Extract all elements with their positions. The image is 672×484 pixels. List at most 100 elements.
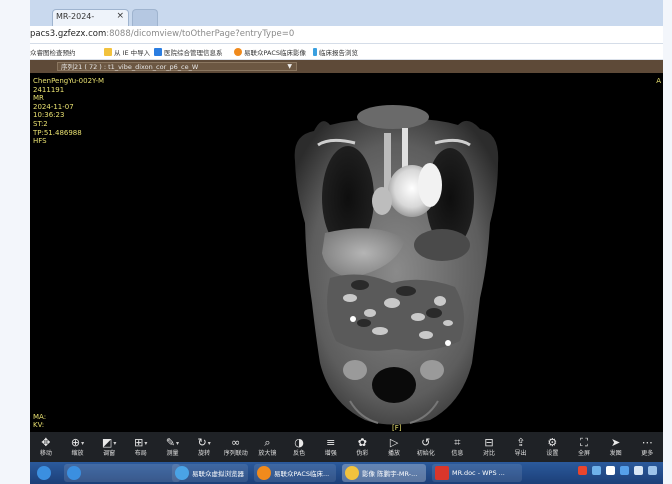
bookmarks-bar: 众睿图检查预约 从 IE 中导入 医院综合管理信息系 易联众PACS临床影像 临… bbox=[30, 44, 663, 60]
hospital-icon bbox=[154, 48, 162, 56]
rotate-icon: ↻ bbox=[197, 435, 207, 449]
sogou-icon[interactable] bbox=[578, 466, 587, 475]
extra-icon[interactable] bbox=[648, 466, 657, 475]
tool-label: 全屏 bbox=[577, 449, 590, 457]
tool-fullscreen[interactable]: ⛶ 全屏 bbox=[568, 432, 600, 462]
network-icon[interactable] bbox=[592, 466, 601, 475]
chevron-down-icon[interactable]: ▾ bbox=[176, 440, 179, 447]
address-bar[interactable]: pacs3.gzfezx.com:8088/dicomview/toOtherP… bbox=[30, 26, 663, 44]
image-viewport[interactable]: ChenPengYu-002Y-M 2411191 MR 2024-11-07 … bbox=[30, 73, 663, 432]
tool-label: 信息 bbox=[451, 449, 464, 457]
desktop: MR-2024- × pacs3.gzfezx.com:8088/dicomvi… bbox=[0, 0, 672, 484]
chevron-down-icon[interactable]: ▾ bbox=[144, 440, 147, 447]
bookmark-item[interactable]: 医院综合管理信息系 bbox=[154, 47, 223, 57]
bookmark-label: 医院综合管理信息系 bbox=[164, 49, 223, 57]
security-icon[interactable] bbox=[620, 466, 629, 475]
ma-label: MA: bbox=[33, 412, 47, 421]
volume-icon[interactable] bbox=[634, 466, 643, 475]
bookmark-item[interactable]: 临床报告浏览 bbox=[313, 47, 358, 57]
tool-export[interactable]: ⇪ 导出 bbox=[505, 432, 537, 462]
chevron-down-icon[interactable]: ▾ bbox=[208, 440, 211, 447]
tool-send[interactable]: ➤ 发图 bbox=[600, 432, 632, 462]
tool-invert[interactable]: ◑ 反色 bbox=[283, 432, 315, 462]
tool-settings[interactable]: ⚙ 设置 bbox=[537, 432, 569, 462]
taskbar-app-pacs[interactable]: 易联众PACS临床... bbox=[254, 464, 336, 482]
tool-rotate[interactable]: ↻ ▾ 旋转 bbox=[188, 432, 220, 462]
url-path: :8088/dicomview/toOtherPage?entryType=0 bbox=[106, 29, 295, 39]
enhance-icon: ≡ bbox=[326, 435, 336, 449]
export-icon: ⇪ bbox=[516, 435, 526, 449]
tool-label: 设置 bbox=[546, 449, 559, 457]
tool-reset[interactable]: ↺ 初始化 bbox=[410, 432, 442, 462]
slice-thickness: ST:2 bbox=[33, 119, 48, 128]
bookmark-item[interactable]: 从 IE 中导入 bbox=[104, 47, 150, 57]
bookmark-item[interactable]: 众睿图检查预约 bbox=[30, 47, 76, 57]
window-level-icon: ◩ bbox=[101, 435, 113, 449]
tab-active[interactable]: MR-2024- × bbox=[52, 9, 129, 26]
new-tab-button[interactable] bbox=[132, 9, 158, 26]
tool-label: 增强 bbox=[324, 449, 337, 457]
system-tray bbox=[578, 466, 657, 475]
tool-zoom[interactable]: ⊕ ▾ 缩放 bbox=[62, 432, 94, 462]
tool-label: 测量 bbox=[166, 449, 179, 457]
tool-compare[interactable]: ⊟ 对比 bbox=[473, 432, 505, 462]
input-icon[interactable] bbox=[606, 466, 615, 475]
link-icon: ∞ bbox=[231, 435, 241, 449]
bookmark-label: 从 IE 中导入 bbox=[114, 49, 151, 57]
tool-layout[interactable]: ⊞ ▾ 布局 bbox=[125, 432, 157, 462]
play-icon: ▷ bbox=[389, 435, 399, 449]
fullscreen-icon: ⛶ bbox=[580, 435, 588, 449]
tool-play[interactable]: ▷ 播放 bbox=[378, 432, 410, 462]
bookmark-item[interactable]: 易联众PACS临床影像 bbox=[234, 47, 306, 57]
series-select[interactable]: 序列21 ( 72 ) : t1_vibe_dixon_cor_p6_ce_W … bbox=[57, 62, 297, 71]
close-icon[interactable]: × bbox=[116, 11, 124, 21]
patient-name: ChenPengYu-002Y-M bbox=[33, 77, 105, 85]
tool-more[interactable]: ⋯ 更多 bbox=[631, 432, 663, 462]
url-text[interactable]: pacs3.gzfezx.com:8088/dicomview/toOtherP… bbox=[30, 29, 294, 39]
tool-window-level[interactable]: ◩ ▾ 调窗 bbox=[93, 432, 125, 462]
tool-label: 初始化 bbox=[416, 449, 435, 457]
bookmark-label: 易联众PACS临床影像 bbox=[244, 49, 307, 57]
taskbar-label: 影像 陈鹏宇-MR-... bbox=[362, 470, 418, 478]
taskbar-app-browser[interactable]: 易联众虚拟浏览器 bbox=[172, 464, 248, 482]
magnifier-icon: ⌕ bbox=[264, 435, 271, 449]
mri-coronal-image bbox=[294, 105, 499, 425]
viewer-toolbar: ✥ 移动 ⊕ ▾ 缩放 ◩ ▾ 调窗 ⊞ ▾ 布局 ✎ ▾ 测量 ↻ ▾ 旋转 ∞ 序列联动 ⌕ 放大镜 ◑ 反色 ≡ 增强 ✿ 伪… bbox=[30, 432, 663, 462]
tool-palette[interactable]: ✿ 伪彩 bbox=[347, 432, 379, 462]
exposure-info-overlay: MA: KV: bbox=[33, 413, 46, 430]
tool-magnifier[interactable]: ⌕ 放大镜 bbox=[252, 432, 284, 462]
series-label: 序列21 ( 72 ) : t1_vibe_dixon_cor_p6_ce_W bbox=[61, 63, 199, 71]
kv-label: KV: bbox=[33, 421, 45, 430]
layout-icon: ⊞ bbox=[134, 435, 144, 449]
patient-id: 2411191 bbox=[33, 85, 65, 94]
taskbar-app-wps[interactable]: MR.doc - WPS ... bbox=[432, 464, 522, 482]
taskbar: 易联众虚拟浏览器 易联众PACS临床... 影像 陈鹏宇-MR-... MR.d… bbox=[30, 462, 663, 484]
invert-icon: ◑ bbox=[294, 435, 304, 449]
tool-link[interactable]: ∞ 序列联动 bbox=[220, 432, 252, 462]
measure-icon: ✎ bbox=[165, 435, 176, 449]
wps-app-icon bbox=[435, 466, 449, 480]
study-time: 10:36:23 bbox=[33, 111, 65, 120]
tool-measure[interactable]: ✎ ▾ 测量 bbox=[157, 432, 189, 462]
taskbar-ie-button[interactable] bbox=[34, 464, 56, 482]
dicom-viewer: 序列21 ( 72 ) : t1_vibe_dixon_cor_p6_ce_W … bbox=[30, 60, 663, 432]
table-position: TP:51.486988 bbox=[33, 128, 82, 137]
tool-label: 更多 bbox=[641, 449, 654, 457]
compare-icon: ⊟ bbox=[484, 435, 494, 449]
chrome-app-icon bbox=[345, 466, 359, 480]
ie-icon bbox=[37, 466, 51, 480]
tool-label: 伪彩 bbox=[356, 449, 369, 457]
tool-label: 移动 bbox=[39, 449, 52, 457]
tool-label: 序列联动 bbox=[223, 449, 248, 457]
tool-label: 布局 bbox=[134, 449, 147, 457]
chevron-down-icon[interactable]: ▾ bbox=[113, 440, 116, 447]
browser-window: MR-2024- × pacs3.gzfezx.com:8088/dicomvi… bbox=[30, 0, 663, 484]
taskbar-ie-window[interactable] bbox=[64, 464, 180, 482]
ie-window-icon bbox=[67, 466, 81, 480]
tool-move[interactable]: ✥ 移动 bbox=[30, 432, 62, 462]
tool-enhance[interactable]: ≡ 增强 bbox=[315, 432, 347, 462]
chevron-down-icon[interactable]: ▾ bbox=[81, 440, 84, 447]
taskbar-app-chrome[interactable]: 影像 陈鹏宇-MR-... bbox=[342, 464, 426, 482]
tool-info[interactable]: ⌗ 信息 bbox=[442, 432, 474, 462]
tab-strip: MR-2024- × bbox=[30, 0, 663, 26]
